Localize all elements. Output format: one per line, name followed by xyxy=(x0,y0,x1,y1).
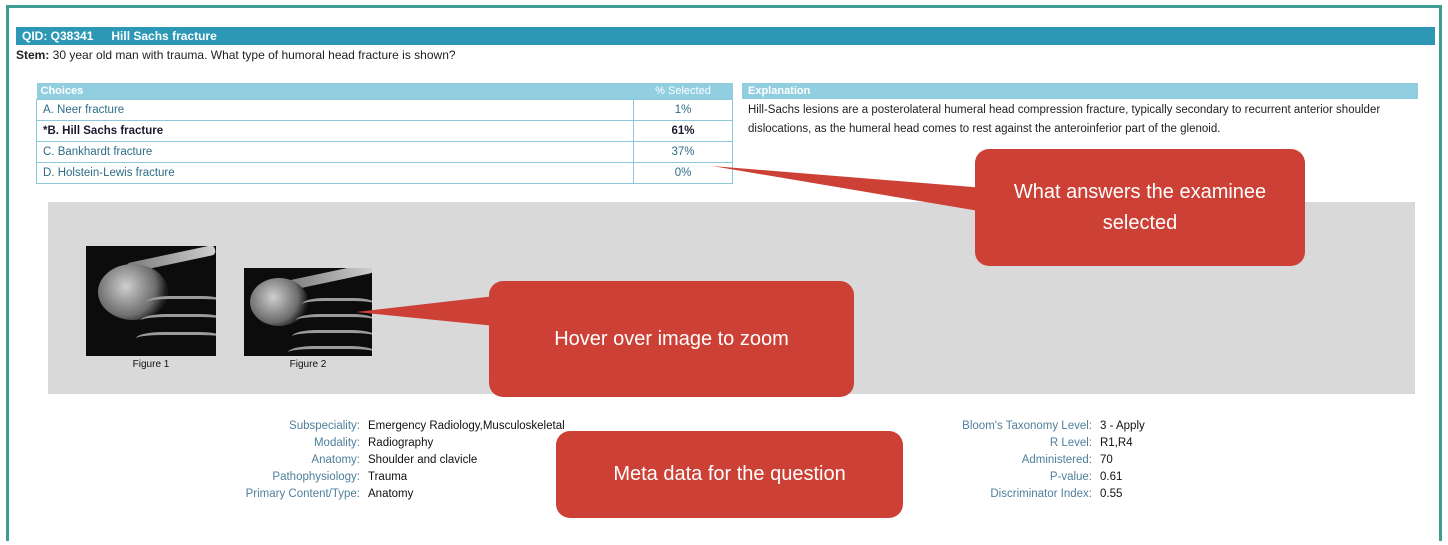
callout-answers: What answers the examinee selected xyxy=(975,149,1305,266)
callout-hover: Hover over image to zoom xyxy=(489,281,854,397)
answers-pointer xyxy=(712,166,985,212)
callout-meta: Meta data for the question xyxy=(556,431,903,518)
hover-pointer xyxy=(356,296,495,326)
